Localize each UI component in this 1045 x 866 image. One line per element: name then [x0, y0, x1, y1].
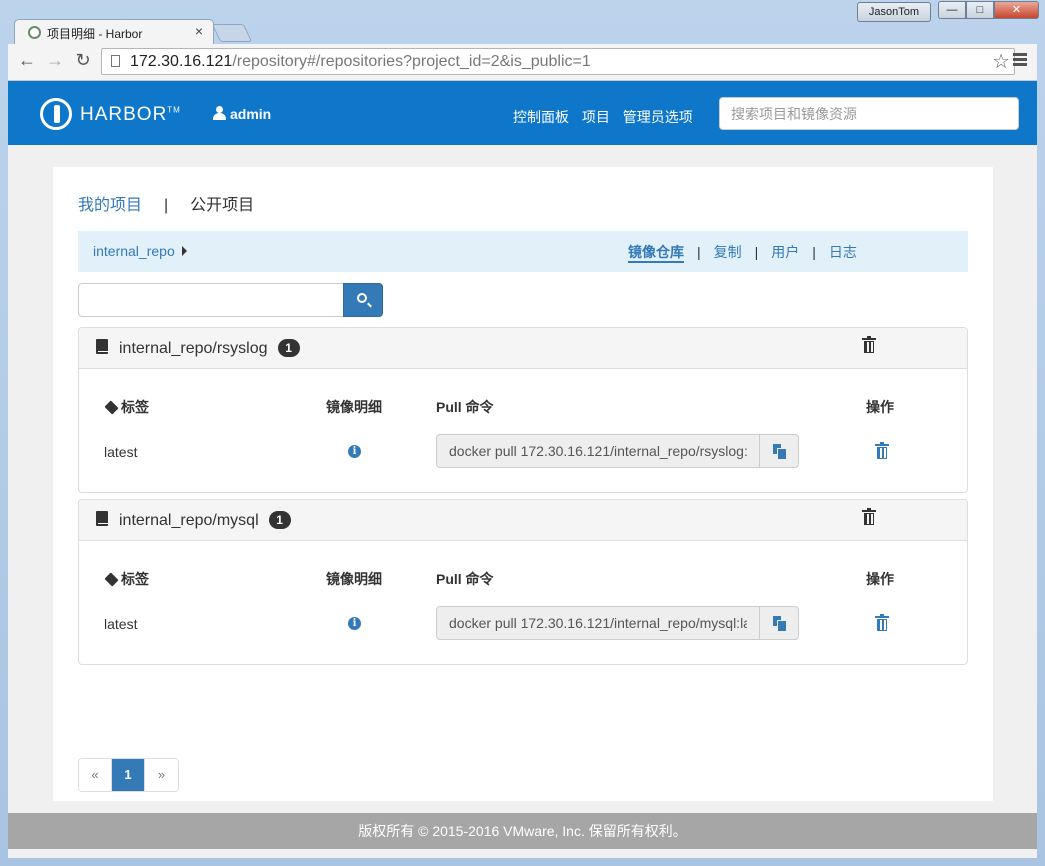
copy-pull-command-button[interactable] — [759, 434, 799, 468]
project-subnav: internal_repo 镜像仓库 | 复制 | 用户 | 日志 — [78, 231, 968, 272]
url-host: 172.30.16.121 — [130, 53, 233, 70]
app-header: HARBORTM admin 控制面板 项目 管理员选项 — [8, 81, 1037, 145]
repository-name: internal_repo/rsyslog 1 — [119, 339, 300, 358]
repository-header[interactable]: internal_repo/mysql 1 — [79, 500, 967, 541]
browser-tab-title: 项目明细 - Harbor — [47, 27, 143, 41]
col-header-detail: 镜像明细 — [326, 571, 382, 587]
repository-panel: internal_repo/mysql 1 标签 镜像明细 Pull 命令 操作 … — [78, 499, 968, 665]
browser-toolbar: ← → ↻ 172.30.16.121/repository#/reposito… — [8, 44, 1037, 81]
harbor-lighthouse-icon — [40, 98, 72, 130]
repository-body: 标签 镜像明细 Pull 命令 操作 latest i — [79, 369, 967, 492]
browser-tab-active[interactable]: 项目明细 - Harbor × — [14, 19, 214, 45]
repository-body: 标签 镜像明细 Pull 命令 操作 latest i — [79, 541, 967, 664]
info-icon[interactable]: i — [348, 445, 361, 458]
col-header-pull: Pull 命令 — [436, 571, 494, 587]
browser-menu-icon[interactable] — [1013, 53, 1027, 68]
pagination-next[interactable]: » — [145, 759, 178, 791]
pagination-page[interactable]: 1 — [112, 759, 145, 791]
delete-repository-icon[interactable] — [862, 336, 876, 354]
tag-count-badge: 1 — [268, 511, 291, 529]
nav-admin-options[interactable]: 管理员选项 — [623, 109, 693, 125]
repository-panel: internal_repo/rsyslog 1 标签 镜像明细 Pull 命令 操… — [78, 327, 968, 493]
copy-icon — [773, 444, 786, 459]
username: admin — [230, 106, 272, 122]
delete-repository-icon[interactable] — [862, 508, 876, 526]
new-tab-button[interactable] — [211, 24, 253, 42]
repo-search-button[interactable] — [343, 283, 383, 317]
global-search-input[interactable] — [719, 97, 1019, 130]
tab-my-projects[interactable]: 我的项目 — [78, 197, 142, 214]
col-header-action: 操作 — [866, 399, 894, 415]
url-path: /repository#/repositories?project_id=2&i… — [232, 53, 591, 70]
subnav-tabs: 镜像仓库 | 复制 | 用户 | 日志 — [628, 242, 857, 263]
user-menu[interactable]: admin — [213, 105, 271, 122]
col-header-tag: 标签 — [104, 397, 149, 417]
user-icon — [213, 106, 226, 120]
book-icon — [96, 511, 108, 526]
reload-icon[interactable]: ↻ — [72, 50, 94, 71]
tag-count-badge: 1 — [277, 339, 300, 357]
browser-window: 项目明细 - Harbor × JasonTom — □ ✕ ← → ↻ 172… — [0, 0, 1045, 866]
repository-header[interactable]: internal_repo/rsyslog 1 — [79, 328, 967, 369]
window-minimize-button[interactable]: — — [938, 1, 966, 19]
breadcrumb-project: internal_repo — [93, 243, 175, 259]
repository-name: internal_repo/mysql 1 — [119, 511, 291, 530]
browser-profile-badge[interactable]: JasonTom — [857, 2, 931, 22]
copy-pull-command-button[interactable] — [759, 606, 799, 640]
page-viewport: HARBORTM admin 控制面板 项目 管理员选项 我的项目 | 公开项目 i… — [8, 81, 1037, 858]
page-icon — [111, 55, 120, 67]
tab-close-icon[interactable]: × — [195, 23, 203, 39]
delete-tag-icon[interactable] — [875, 442, 889, 460]
pagination: « 1 » — [78, 758, 179, 792]
window-close-button[interactable]: ✕ — [994, 1, 1039, 19]
harbor-favicon-icon — [28, 26, 41, 39]
info-icon[interactable]: i — [348, 617, 361, 630]
address-url[interactable]: 172.30.16.121/repository#/repositories?p… — [130, 53, 591, 71]
footer: 版权所有 © 2015-2016 VMware, Inc. 保留所有权利。 — [8, 813, 1037, 849]
breadcrumb[interactable]: internal_repo — [93, 243, 187, 259]
col-header-action: 操作 — [866, 571, 894, 587]
copy-icon — [773, 616, 786, 631]
main-panel: 我的项目 | 公开项目 internal_repo 镜像仓库 | 复制 | 用户 | 日志 in… — [53, 167, 993, 801]
tag-name: latest — [104, 616, 138, 632]
subtab-repositories[interactable]: 镜像仓库 — [628, 244, 684, 263]
col-header-detail: 镜像明细 — [326, 399, 382, 415]
subtab-logs[interactable]: 日志 — [829, 244, 857, 260]
back-arrow-icon[interactable]: ← — [16, 50, 38, 71]
col-header-pull: Pull 命令 — [436, 399, 494, 415]
pull-command-field[interactable] — [436, 606, 760, 640]
tab-strip: 项目明细 - Harbor × JasonTom — □ ✕ — [0, 0, 1045, 45]
tab-public-projects[interactable]: 公开项目 — [190, 197, 254, 214]
subtab-users[interactable]: 用户 — [771, 244, 799, 260]
subtab-replication[interactable]: 复制 — [714, 244, 742, 260]
tag-name: latest — [104, 444, 138, 460]
tag-icon — [104, 572, 119, 587]
caret-right-icon — [181, 246, 187, 256]
book-icon — [96, 339, 108, 354]
top-nav: 控制面板 项目 管理员选项 — [513, 107, 702, 127]
forward-arrow-icon[interactable]: → — [44, 50, 66, 71]
bookmark-star-icon[interactable]: ☆ — [992, 49, 1010, 74]
repo-filter-input[interactable] — [78, 283, 344, 317]
search-icon — [357, 293, 367, 303]
window-maximize-button[interactable]: □ — [966, 1, 994, 19]
logo-text: HARBORTM — [80, 104, 181, 125]
tag-icon — [104, 400, 119, 415]
nav-projects[interactable]: 项目 — [582, 109, 610, 125]
pull-command-field[interactable] — [436, 434, 760, 468]
project-tabs: 我的项目 | 公开项目 — [78, 191, 254, 215]
pagination-prev[interactable]: « — [79, 759, 112, 791]
nav-dashboard[interactable]: 控制面板 — [513, 109, 569, 125]
tab-separator: | — [164, 197, 169, 214]
col-header-tag: 标签 — [104, 569, 149, 589]
delete-tag-icon[interactable] — [875, 614, 889, 632]
address-bar[interactable]: 172.30.16.121/repository#/repositories?p… — [101, 48, 1015, 75]
